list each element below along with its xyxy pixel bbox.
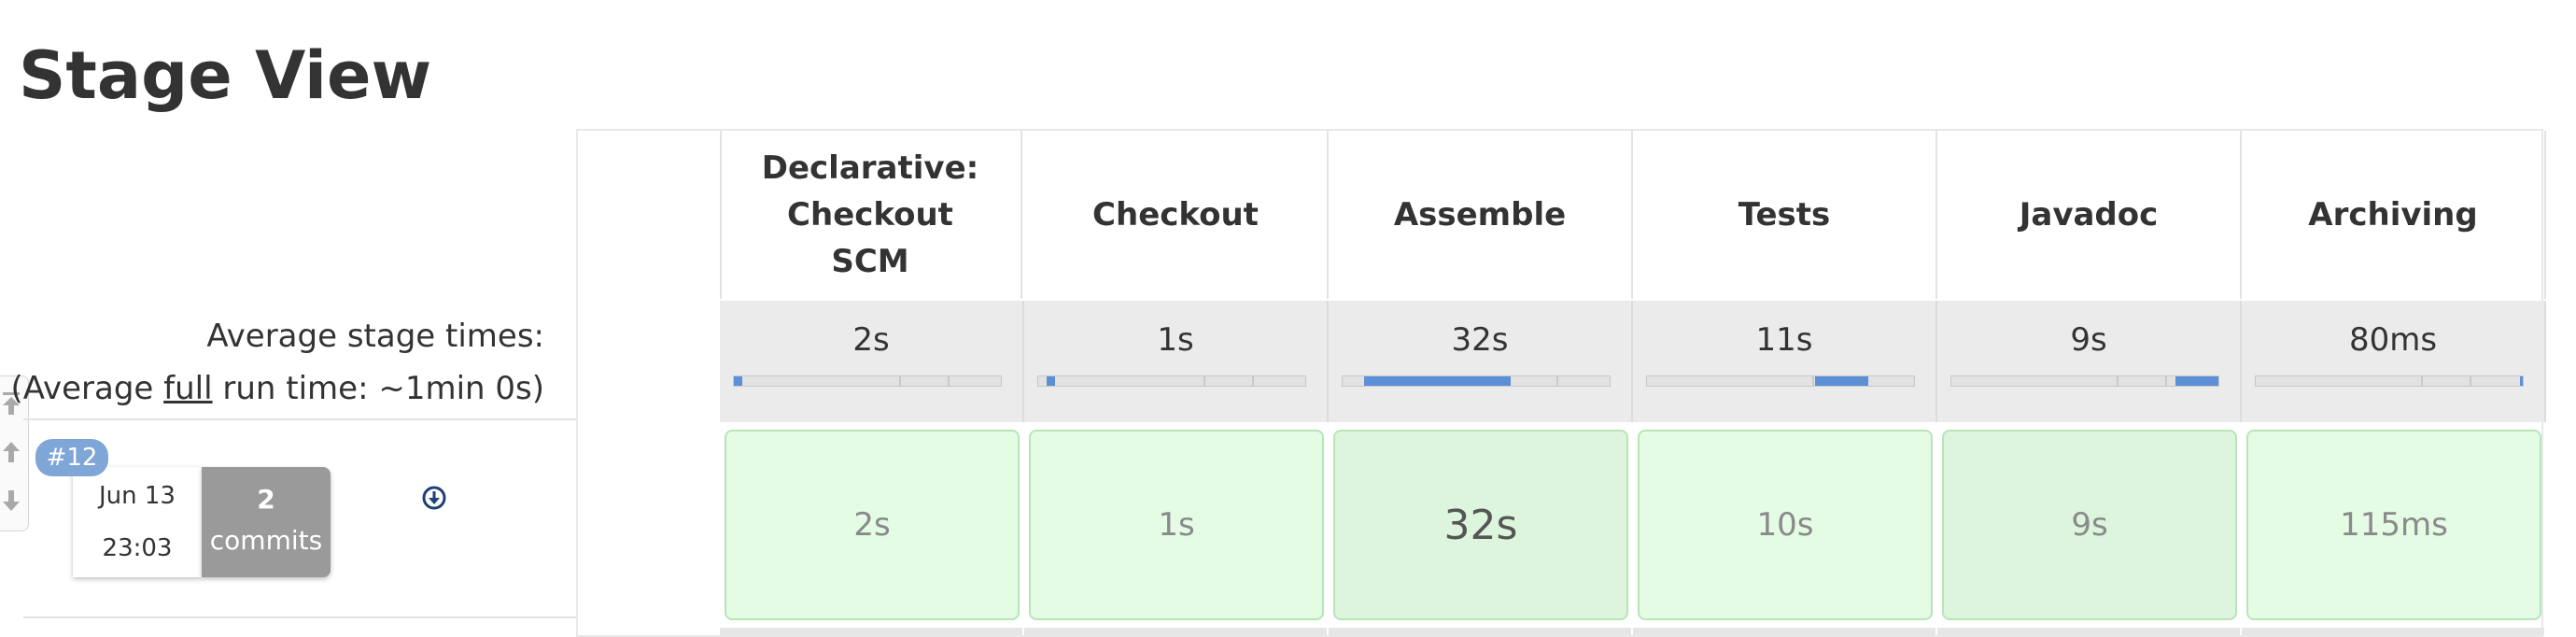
stage-header: Assemble xyxy=(1329,131,1633,299)
average-run-time-label: (Average full run time: ~1min 0s) xyxy=(10,370,544,407)
stage-run-cell[interactable]: 32s xyxy=(1333,430,1628,620)
stage-average-time: 11s xyxy=(1755,321,1813,359)
stage-header: Archiving xyxy=(2242,131,2546,299)
stage-column: Tests 11s 10s xyxy=(1633,131,1937,635)
stage-average-time: 9s xyxy=(2070,321,2107,359)
stage-run-cell[interactable]: 10s xyxy=(1638,430,1933,620)
full-run-link[interactable]: full xyxy=(163,370,212,407)
average-stage-times-label: Average stage times: xyxy=(206,318,544,355)
next-row-edge xyxy=(1329,628,1631,635)
build-date-time: 23:03 xyxy=(102,534,173,562)
stage-run-cell[interactable]: 2s xyxy=(725,430,1020,620)
stage-run-cell[interactable]: 9s xyxy=(1942,430,2237,620)
stage-column: Archiving 80ms 115ms xyxy=(2242,131,2546,635)
stage-average-time: 1s xyxy=(1157,321,1194,359)
build-number-badge[interactable]: #12 xyxy=(35,439,108,476)
stage-column: Checkout 1s 1s xyxy=(1024,131,1329,635)
stage-duration-bar xyxy=(1646,375,1915,387)
commits-label: commits xyxy=(209,525,323,556)
next-row-edge xyxy=(2242,628,2544,635)
stage-duration-bar xyxy=(733,375,1002,387)
stage-duration-fill xyxy=(2175,376,2218,386)
stage-average: 11s xyxy=(1633,301,1937,422)
build-date-day: Jun 13 xyxy=(99,482,176,510)
build-date[interactable]: Jun 13 23:03 xyxy=(73,467,202,577)
arrow-up-icon[interactable] xyxy=(0,438,22,466)
stage-duration-bar xyxy=(2255,375,2524,387)
commits-count: 2 xyxy=(257,484,275,515)
stage-average-time: 80ms xyxy=(2348,321,2438,359)
stage-view-table: Declarative: Checkout SCM 2s 2s Checkout 1s 1… xyxy=(576,129,2546,637)
stage-header: Tests xyxy=(1633,131,1937,299)
stage-average-time: 2s xyxy=(852,321,890,359)
stage-column: Javadoc 9s 9s xyxy=(1937,131,2242,635)
divider xyxy=(23,616,576,618)
next-row-edge xyxy=(1937,628,2240,635)
stage-duration-fill xyxy=(1047,376,1055,386)
stage-duration-bar xyxy=(1037,375,1306,387)
stage-duration-bar xyxy=(1950,375,2219,387)
next-row-edge xyxy=(720,628,1022,635)
stage-duration-fill xyxy=(2520,376,2523,386)
stage-average: 2s xyxy=(720,301,1024,422)
table-corner xyxy=(578,131,722,299)
arrow-down-icon[interactable] xyxy=(0,487,22,515)
stage-header: Javadoc xyxy=(1937,131,2242,299)
next-row-edge xyxy=(1024,628,1327,635)
stage-column: Assemble 32s 32s xyxy=(1329,131,1633,635)
changes-button[interactable]: 2 commits xyxy=(202,467,331,577)
stage-duration-fill xyxy=(1364,376,1511,386)
divider xyxy=(23,418,576,420)
stage-column: Declarative: Checkout SCM 2s 2s xyxy=(720,131,1024,635)
download-icon[interactable] xyxy=(419,483,449,513)
stage-header: Checkout xyxy=(1024,131,1329,299)
stage-average: 80ms xyxy=(2242,301,2546,422)
next-row-edge xyxy=(1633,628,1936,635)
stage-average-time: 32s xyxy=(1451,321,1509,359)
stage-average: 1s xyxy=(1024,301,1329,422)
stage-duration-fill xyxy=(734,376,742,386)
stage-run-cell[interactable]: 115ms xyxy=(2246,430,2541,620)
page-title: Stage View xyxy=(19,37,432,114)
stage-header: Declarative: Checkout SCM xyxy=(720,131,1022,299)
stage-duration-bar xyxy=(1342,375,1611,387)
stage-average: 9s xyxy=(1937,301,2242,422)
stage-run-cell[interactable]: 1s xyxy=(1029,430,1324,620)
stage-duration-fill xyxy=(1815,376,1868,386)
stage-average: 32s xyxy=(1329,301,1633,422)
